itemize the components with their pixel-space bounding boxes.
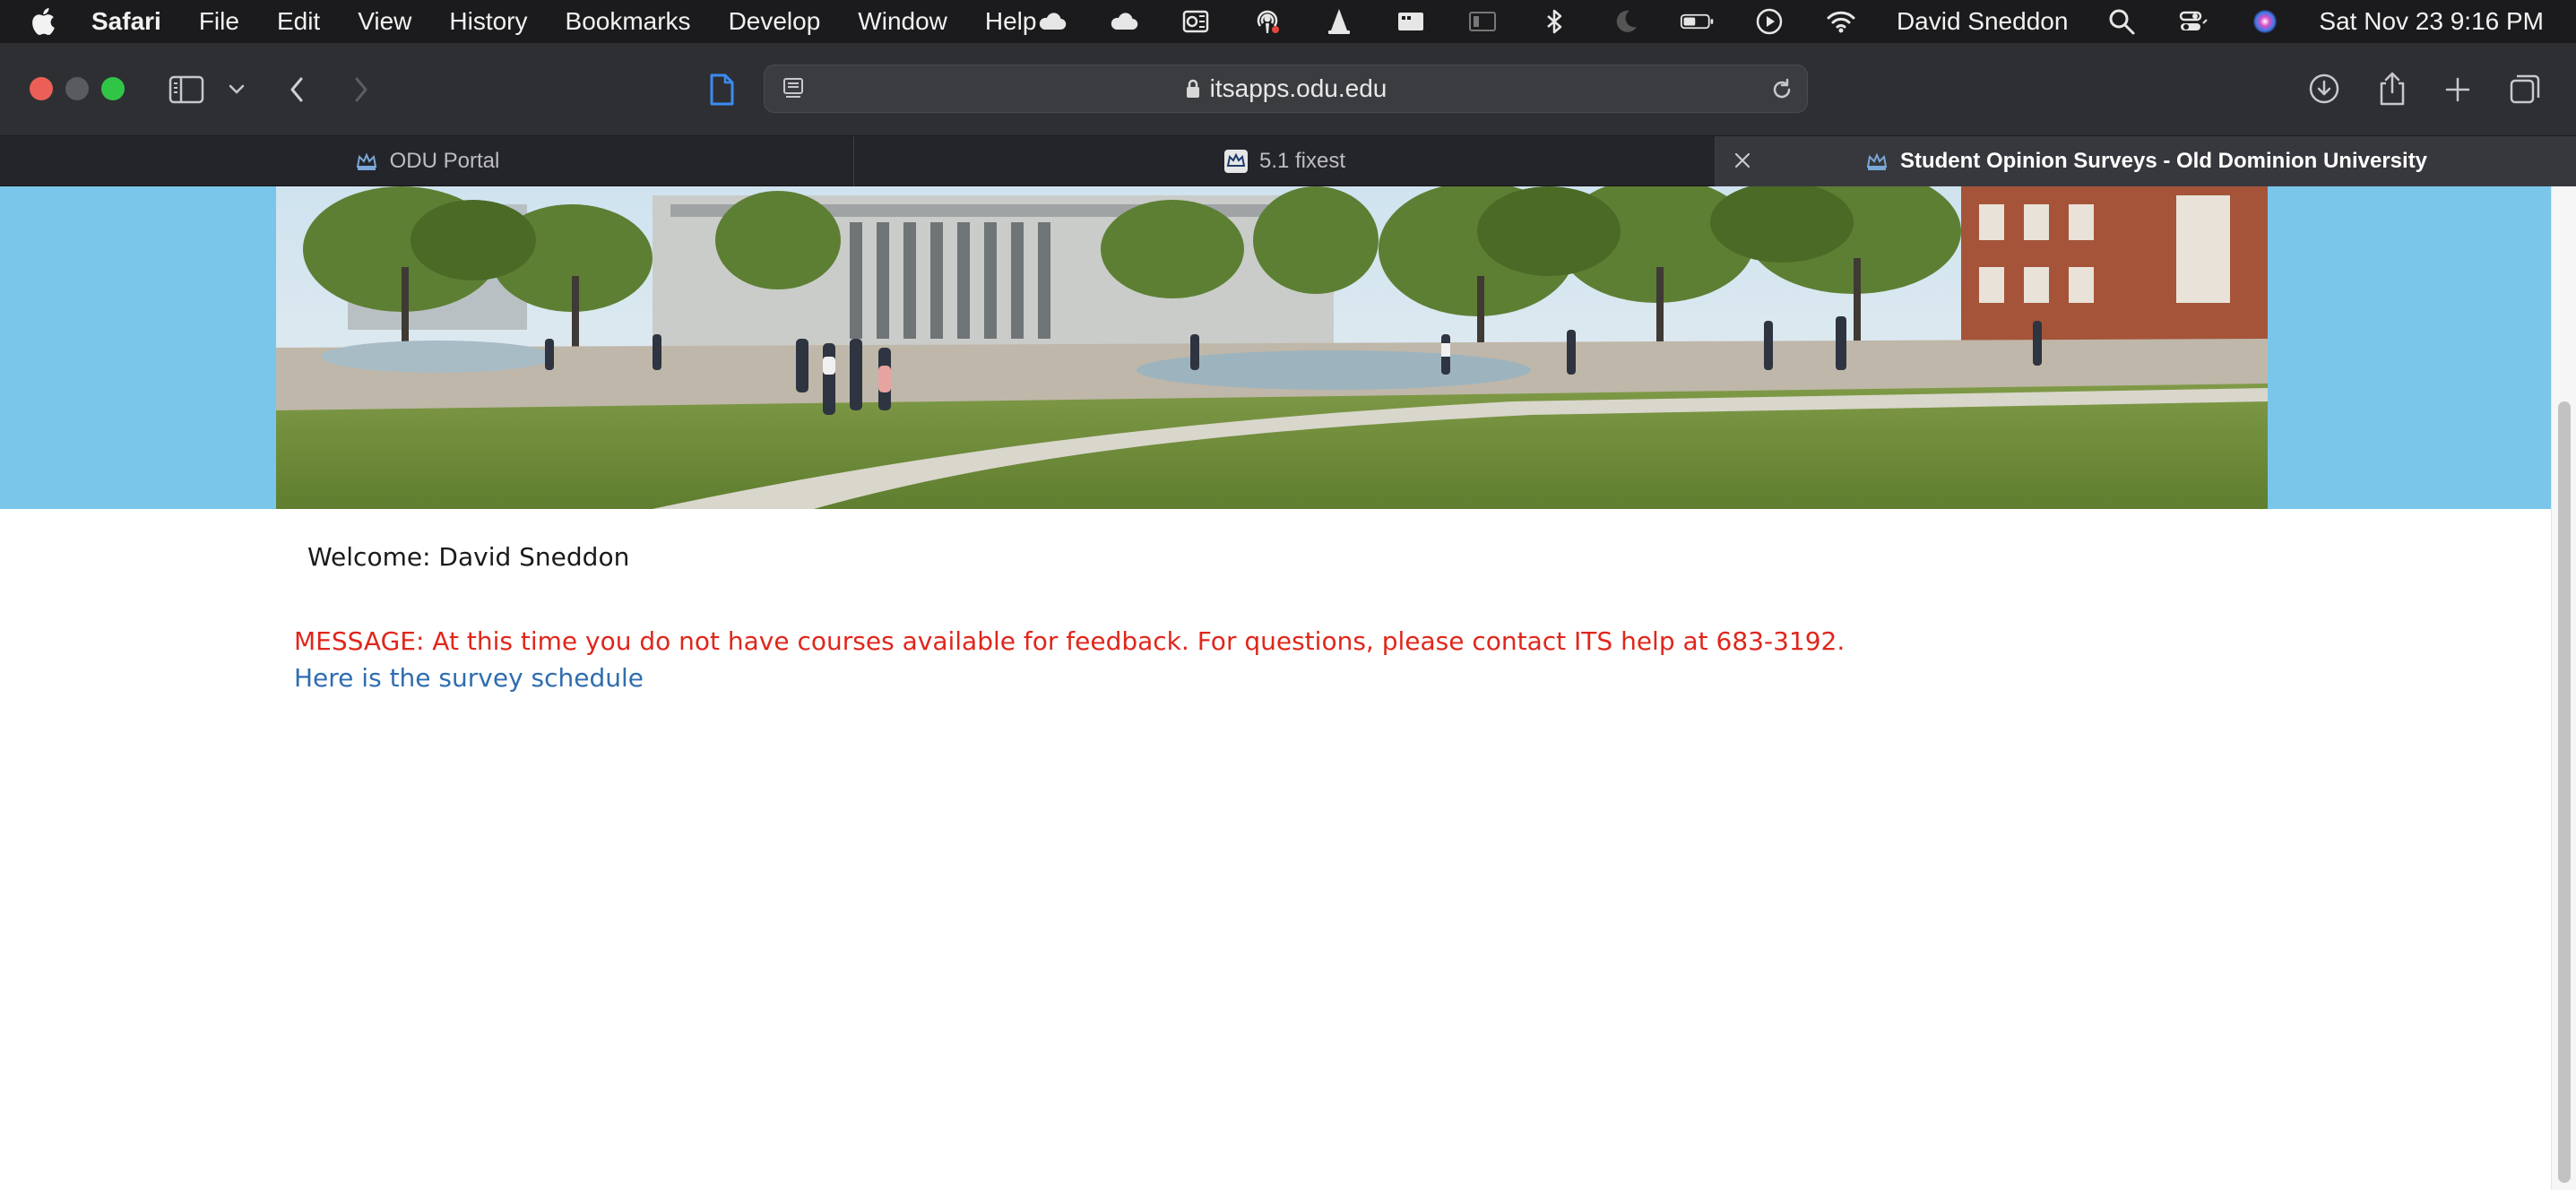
chevron-right-icon bbox=[355, 77, 367, 102]
page-menu-button[interactable] bbox=[703, 70, 740, 109]
search-icon[interactable] bbox=[2104, 4, 2139, 39]
download-icon bbox=[2309, 73, 2339, 104]
menu-history[interactable]: History bbox=[449, 7, 527, 36]
lock-icon bbox=[1186, 79, 1199, 98]
moon-icon[interactable] bbox=[1608, 4, 1644, 39]
forward-button[interactable] bbox=[348, 72, 375, 108]
play-icon[interactable] bbox=[1751, 4, 1787, 39]
odu-crown-icon bbox=[1866, 152, 1888, 170]
tab-odu-portal[interactable]: ODU Portal bbox=[0, 136, 854, 186]
tab-student-opinion-surveys[interactable]: Student Opinion Surveys - Old Dominion U… bbox=[1716, 136, 2576, 186]
url-text: itsapps.odu.edu bbox=[1209, 74, 1387, 102]
cloud-icon[interactable] bbox=[1034, 4, 1070, 39]
close-icon bbox=[1734, 152, 1750, 168]
tab-overview-button[interactable] bbox=[2506, 70, 2544, 108]
tab-bar: ODU Portal 5.1 fixest Student Opinion Su… bbox=[0, 136, 2576, 186]
reload-button[interactable] bbox=[1769, 77, 1794, 107]
sidebar-icon bbox=[169, 75, 204, 104]
window-minimize-button[interactable] bbox=[65, 77, 89, 100]
menu-view[interactable]: View bbox=[358, 7, 411, 36]
menu-bookmarks[interactable]: Bookmarks bbox=[566, 7, 691, 36]
plus-icon bbox=[2445, 77, 2470, 102]
battery-icon[interactable] bbox=[1680, 4, 1716, 39]
vlc-icon[interactable] bbox=[1321, 4, 1357, 39]
menu-safari[interactable]: Safari bbox=[91, 7, 161, 36]
bluetooth-icon[interactable] bbox=[1536, 4, 1572, 39]
new-tab-button[interactable] bbox=[2440, 72, 2476, 108]
reload-icon bbox=[1773, 78, 1791, 99]
siri-icon[interactable] bbox=[2247, 4, 2283, 39]
welcome-text: Welcome: David Sneddon bbox=[307, 542, 630, 572]
podcast-icon[interactable] bbox=[1249, 4, 1285, 39]
odu-crown-icon bbox=[356, 152, 376, 170]
chevron-left-icon bbox=[290, 77, 303, 102]
url-display[interactable]: itsapps.odu.edu bbox=[765, 65, 1807, 112]
odu-crown-icon bbox=[1223, 150, 1248, 173]
web-page: Welcome: David Sneddon MESSAGE: At this … bbox=[0, 186, 2576, 1190]
menu-bar-clock[interactable]: Sat Nov 23 9:16 PM bbox=[2319, 7, 2544, 36]
menu-develop[interactable]: Develop bbox=[729, 7, 821, 36]
tab-fixest[interactable]: 5.1 fixest bbox=[854, 136, 1716, 186]
apple-icon[interactable] bbox=[29, 5, 61, 38]
cloud-icon[interactable] bbox=[1106, 4, 1142, 39]
address-bar[interactable]: itsapps.odu.edu bbox=[764, 65, 1808, 113]
macos-menu-bar: Safari File Edit View History Bookmarks … bbox=[0, 0, 2576, 43]
share-icon bbox=[2380, 72, 2405, 106]
wifi-icon[interactable] bbox=[1823, 4, 1859, 39]
downloads-button[interactable] bbox=[2305, 70, 2343, 108]
tab-label: 5.1 fixest bbox=[1258, 149, 1346, 173]
menu-window[interactable]: Window bbox=[858, 7, 947, 36]
tab-overview-icon bbox=[2510, 74, 2540, 104]
scrollbar-thumb[interactable] bbox=[2558, 401, 2571, 1183]
survey-schedule-link[interactable]: Here is the survey schedule bbox=[294, 663, 644, 693]
tab-group-dropdown[interactable] bbox=[224, 77, 249, 102]
menu-file[interactable]: File bbox=[199, 7, 239, 36]
outlook-icon[interactable] bbox=[1178, 4, 1214, 39]
user-name[interactable]: David Sneddon bbox=[1897, 7, 2068, 36]
page-scrollbar[interactable] bbox=[2551, 186, 2576, 1190]
tab-label: Student Opinion Surveys - Old Dominion U… bbox=[1899, 149, 2428, 173]
window-maximize-button[interactable] bbox=[101, 77, 125, 100]
browser-toolbar: itsapps.odu.edu bbox=[0, 43, 2576, 136]
feedback-message: MESSAGE: At this time you do not have co… bbox=[294, 626, 1846, 656]
window-close-button[interactable] bbox=[30, 77, 53, 100]
display-icon[interactable] bbox=[1393, 4, 1429, 39]
share-button[interactable] bbox=[2373, 68, 2411, 109]
campus-banner-image bbox=[276, 186, 2268, 509]
back-button[interactable] bbox=[283, 72, 310, 108]
sidebar-toggle-button[interactable] bbox=[167, 72, 206, 108]
close-tab-button[interactable] bbox=[1732, 150, 1753, 177]
control-center-icon[interactable] bbox=[2175, 4, 2211, 39]
chevron-down-icon bbox=[229, 84, 245, 94]
document-icon bbox=[710, 73, 734, 106]
menu-bar-extras: David Sneddon Sat Nov 23 9:16 PM bbox=[998, 0, 2576, 43]
menu-edit[interactable]: Edit bbox=[277, 7, 320, 36]
tab-label: ODU Portal bbox=[389, 149, 500, 173]
sidecar-icon[interactable] bbox=[1465, 4, 1500, 39]
